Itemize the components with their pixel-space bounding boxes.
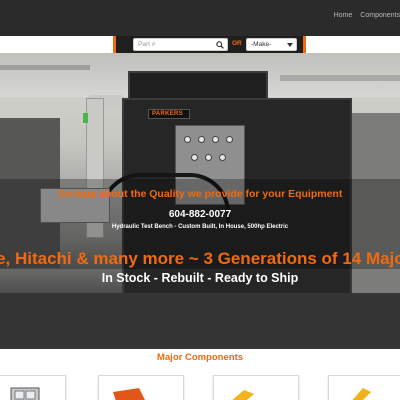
gauge — [184, 136, 191, 143]
gauge — [205, 154, 212, 161]
component-card[interactable] — [213, 375, 299, 400]
gauge — [191, 154, 198, 161]
gauge — [219, 154, 226, 161]
nav-home-link[interactable]: Home — [334, 12, 353, 19]
gauge — [198, 136, 205, 143]
hero-caption: Hydraulic Test Bench - Custom Built, In … — [111, 224, 289, 230]
ceiling-pipe — [0, 65, 90, 70]
make-select-value: -Make- — [251, 41, 272, 48]
excavator-cab-thumbnail — [10, 387, 40, 400]
component-card[interactable] — [328, 375, 400, 400]
or-label: OR — [232, 40, 242, 47]
hydraulic-cylinder-thumbnail — [232, 390, 254, 400]
exit-sign — [83, 113, 88, 123]
main-nav: Home Components — [334, 12, 400, 19]
bucket-thumbnail — [113, 388, 145, 400]
machine-logo: PARKERS — [148, 109, 190, 119]
machine-logo-text: PARKERS — [152, 111, 183, 117]
brands-marquee: ere, Hitachi & many more ~ 3 Generations… — [0, 249, 400, 269]
component-card[interactable] — [98, 375, 184, 400]
search-icon[interactable] — [216, 41, 224, 49]
make-select[interactable]: -Make- — [246, 38, 297, 51]
track-part-thumbnail — [352, 388, 371, 400]
gauge — [212, 136, 219, 143]
part-number-input[interactable]: Part # — [133, 38, 228, 51]
chevron-down-icon — [287, 43, 293, 47]
ceiling-pipe — [280, 75, 400, 81]
part-number-placeholder: Part # — [138, 41, 156, 48]
nav-components-link[interactable]: Components — [360, 12, 400, 19]
gauge — [226, 136, 233, 143]
top-navigation-bar: Home Components — [0, 0, 400, 36]
brands-marquee-text: ere, Hitachi & many more ~ 3 Generations… — [0, 249, 400, 268]
stock-tagline: In Stock - Rebuilt - Ready to Ship — [101, 271, 299, 285]
major-components-title: Major Components — [156, 352, 244, 363]
component-card[interactable] — [0, 375, 66, 400]
floor — [0, 293, 400, 349]
phone-number[interactable]: 604-882-0077 — [0, 209, 400, 220]
quality-tagline: Serious about the Quality we provide for… — [57, 188, 343, 200]
part-search-bar: Part # OR -Make- — [113, 36, 306, 53]
